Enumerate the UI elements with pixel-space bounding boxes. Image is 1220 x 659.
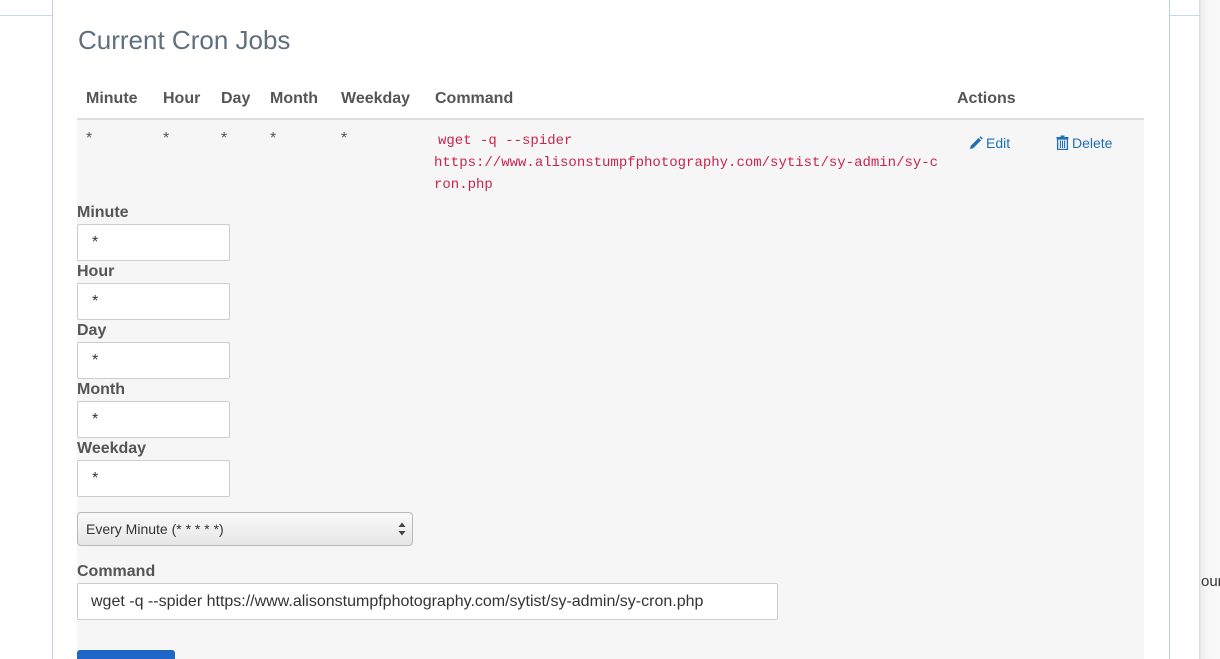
save-button[interactable] <box>77 650 175 659</box>
delete-label: Delete <box>1072 135 1113 151</box>
month-input[interactable] <box>77 401 230 438</box>
header-command: Command <box>435 90 514 107</box>
minute-label: Minute <box>77 204 129 221</box>
header-month: Month <box>270 90 318 107</box>
command-input[interactable] <box>77 583 778 620</box>
header-actions: Actions <box>957 90 1016 107</box>
pencil-icon <box>970 136 983 149</box>
header-minute: Minute <box>86 90 138 107</box>
panel-title: Current Cron Jobs <box>78 25 291 55</box>
job-command-url: https://www.alisonstumpfphotography.com/… <box>434 155 939 193</box>
side-text-fragment: our <box>1201 573 1220 590</box>
page: Current Cron Jobs Minute Hour Day Month … <box>0 0 1220 659</box>
day-input[interactable] <box>77 342 230 379</box>
edit-label: Edit <box>986 135 1011 151</box>
cron-jobs-panel: Current Cron Jobs Minute Hour Day Month … <box>52 0 1170 659</box>
header-day: Day <box>221 90 251 107</box>
hour-label: Hour <box>77 263 115 280</box>
job-weekday: * <box>341 130 348 147</box>
job-command: wget -q --spider https://www.alisonstump… <box>434 130 939 196</box>
header-hour: Hour <box>163 90 201 107</box>
job-minute: * <box>86 130 93 147</box>
schedule-preset-select[interactable]: Every Minute (* * * * *) <box>77 512 413 546</box>
delete-link[interactable]: Delete <box>1056 135 1112 151</box>
hour-input[interactable] <box>77 283 230 320</box>
command-label: Command <box>77 563 156 580</box>
table-row: * * * * * wget -q --spider https://www.a… <box>77 120 1144 659</box>
header-weekday: Weekday <box>341 90 411 107</box>
weekday-input[interactable] <box>77 460 230 497</box>
preset-selected-value: Every Minute (* * * * *) <box>86 521 224 537</box>
weekday-label: Weekday <box>77 440 147 457</box>
job-day: * <box>221 130 228 147</box>
select-arrows-icon <box>398 522 406 536</box>
minute-input[interactable] <box>77 224 230 261</box>
trash-icon <box>1056 135 1069 151</box>
job-command-line1: wget -q --spider <box>438 133 573 149</box>
table-header: Minute Hour Day Month Weekday Command Ac… <box>77 82 1144 120</box>
job-month: * <box>270 130 277 147</box>
job-hour: * <box>163 130 170 147</box>
overlay-edge-shadow <box>1199 0 1220 659</box>
month-label: Month <box>77 381 125 398</box>
edit-link[interactable]: Edit <box>969 135 1010 151</box>
day-label: Day <box>77 322 107 339</box>
